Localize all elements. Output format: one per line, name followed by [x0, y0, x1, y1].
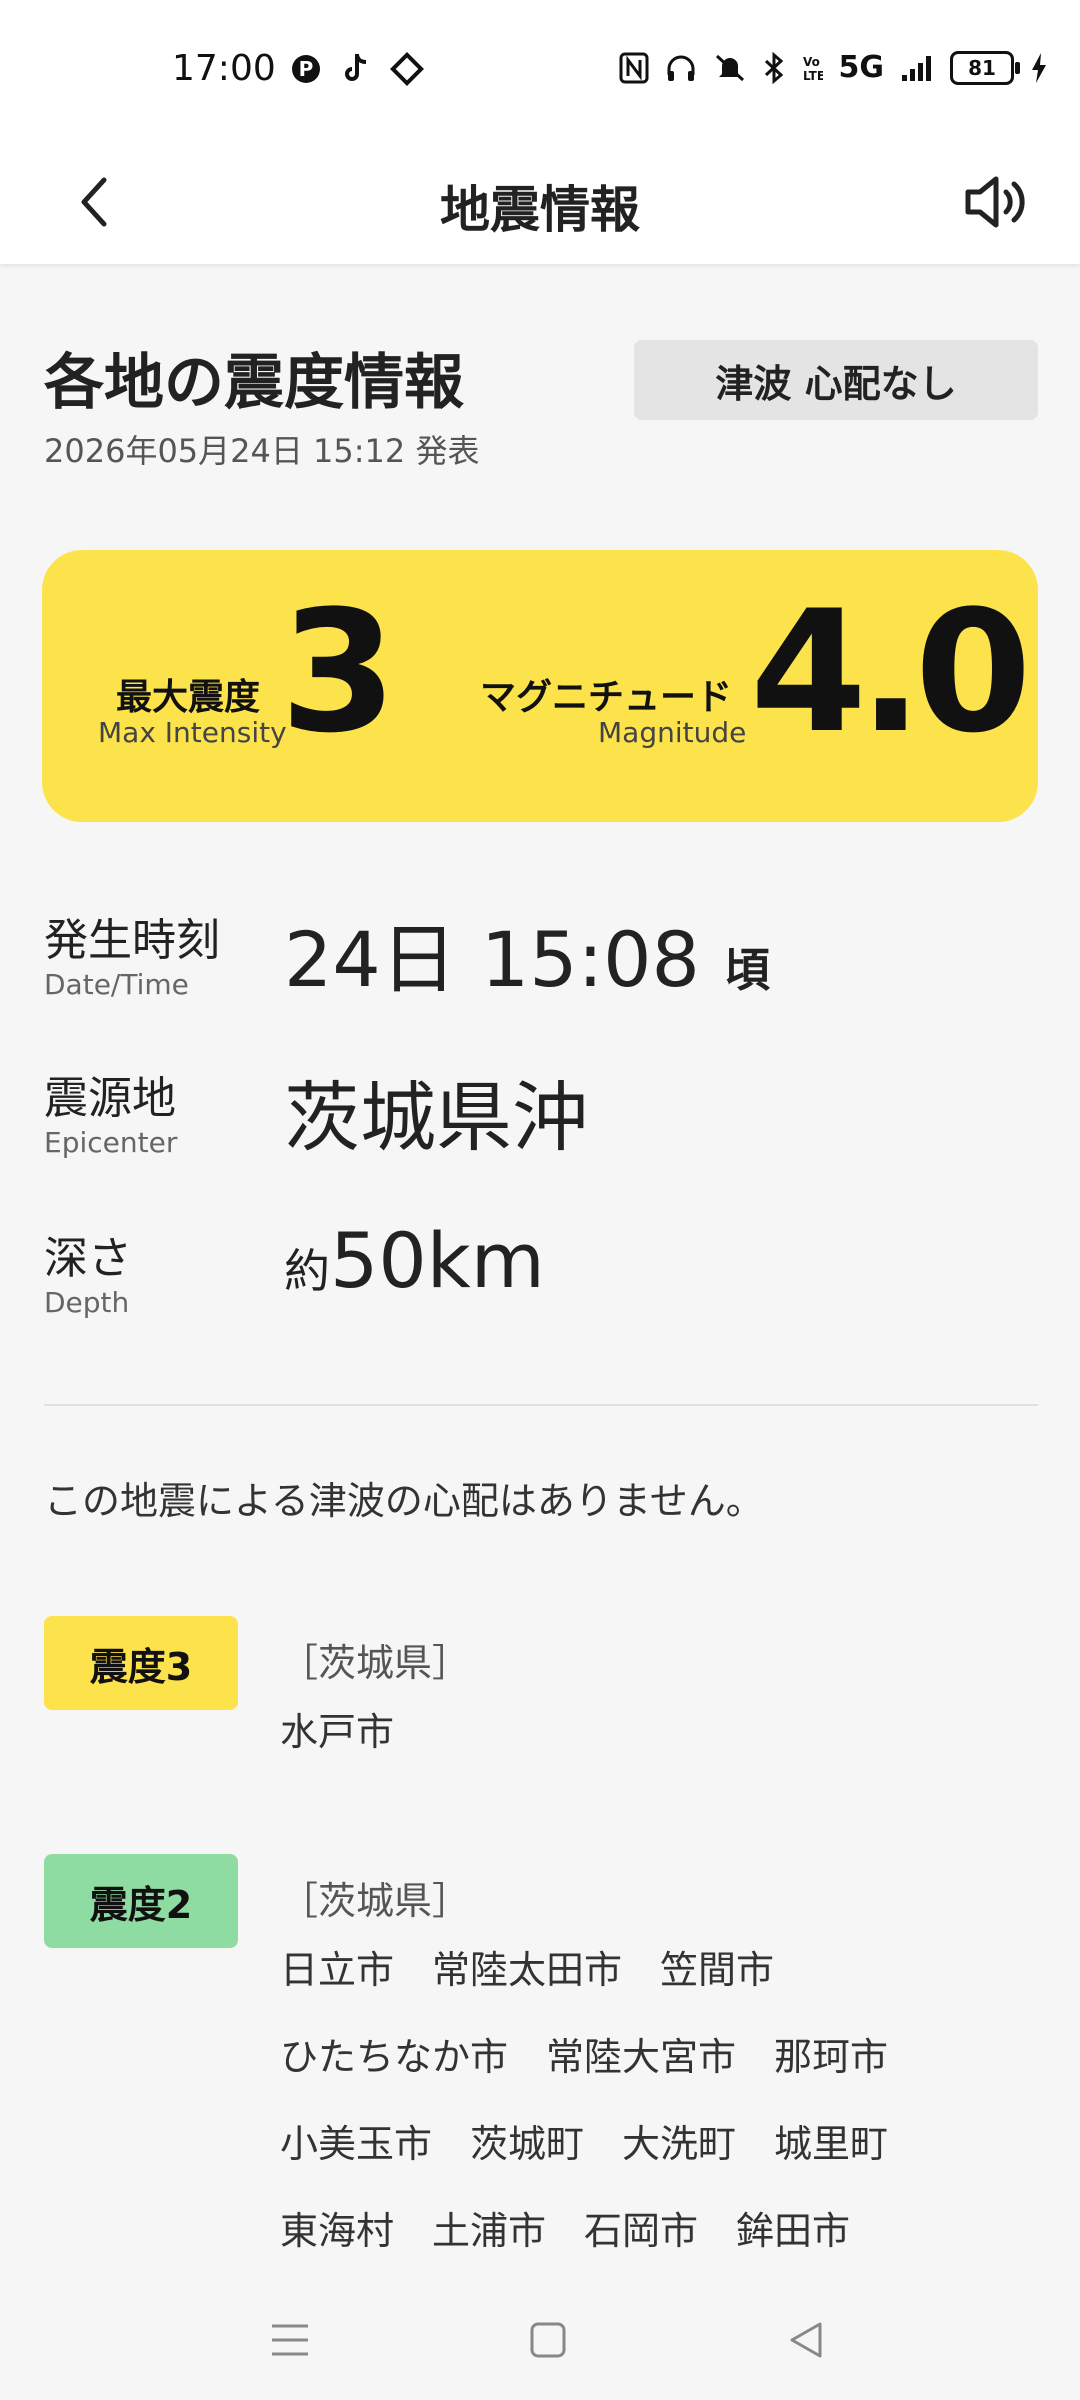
- diamond-app-icon: [390, 52, 424, 86]
- network-type: 5G: [838, 50, 885, 85]
- city-name: 日立市: [280, 1948, 395, 1992]
- city-name: 鉾田市: [736, 2209, 851, 2253]
- sound-button[interactable]: [950, 162, 1040, 242]
- status-bar: 17:00 P Vo LTE 5G 81: [0, 0, 1080, 140]
- pinterest-icon: P: [290, 53, 322, 85]
- mute-bell-icon: [713, 52, 747, 84]
- city-name: 茨城町: [470, 2122, 585, 2166]
- depth-label-en: Depth: [44, 1286, 130, 1319]
- city-name: 小美玉市: [280, 2122, 433, 2166]
- city-name: ひたちなか市: [280, 2035, 509, 2079]
- square-icon: [530, 2322, 566, 2358]
- svg-text:P: P: [299, 57, 314, 81]
- notification-icons: P: [290, 52, 424, 86]
- datetime-suffix: 頃: [724, 943, 771, 997]
- datetime-label-en: Date/Time: [44, 968, 189, 1001]
- nfc-icon: [619, 52, 649, 84]
- announce-time: 2026年05月24日 15:12 発表: [44, 432, 480, 470]
- menu-icon: [272, 2324, 308, 2356]
- depth-value-wrap: 約50km: [284, 1216, 545, 1305]
- city-name: 水戸市: [280, 1710, 395, 1754]
- city-line: 水戸市: [280, 1701, 470, 1756]
- svg-text:Vo: Vo: [803, 55, 820, 69]
- max-intensity-label: 最大震度: [116, 677, 261, 718]
- city-name: 那珂市: [774, 2035, 889, 2079]
- city-name: 東海村: [280, 2209, 395, 2253]
- tsunami-badge: 津波 心配なし: [634, 340, 1038, 420]
- app-bar: 地震情報: [0, 140, 1080, 264]
- recent-apps-button[interactable]: [250, 2300, 330, 2380]
- depth-label: 深さ: [44, 1233, 132, 1284]
- max-intensity-label-en: Max Intensity: [98, 716, 287, 749]
- headphones-icon: [665, 53, 697, 83]
- datetime-label: 発生時刻: [44, 915, 220, 966]
- region-block: ［茨城県］ 水戸市: [280, 1632, 470, 1788]
- tiktok-icon: [340, 52, 372, 86]
- system-back-button[interactable]: [766, 2300, 846, 2380]
- city-name: 土浦市: [432, 2209, 547, 2253]
- epicenter-label-en: Epicenter: [44, 1126, 178, 1159]
- tsunami-message: この地震による津波の心配はありません。: [44, 1479, 764, 1523]
- magnitude-label: マグニチュード: [480, 677, 733, 718]
- epicenter-row: 震源地 Epicenter 茨城県沖: [44, 1062, 1044, 1192]
- city-line: 東海村 土浦市 石岡市 鉾田市: [280, 2200, 888, 2255]
- home-button[interactable]: [508, 2300, 588, 2380]
- city-name: 城里町: [774, 2122, 889, 2166]
- datetime-row: 発生時刻 Date/Time 24日 15:08 頃: [44, 904, 1044, 1034]
- navigation-bar: [0, 2270, 1080, 2400]
- max-intensity-value: 3: [280, 574, 397, 770]
- speaker-icon: [965, 176, 1025, 228]
- city-name: 笠間市: [660, 1948, 775, 1992]
- bluetooth-icon: [763, 51, 785, 84]
- depth-row: 深さ Depth 約50km: [44, 1216, 1044, 1352]
- prefecture-name: ［茨城県］: [280, 1641, 471, 1685]
- status-time: 17:00: [172, 48, 276, 89]
- depth-value: 50km: [330, 1216, 545, 1305]
- city-name: 常陸太田市: [432, 1948, 623, 1992]
- epicenter-value: 茨城県沖: [284, 1073, 588, 1162]
- prefecture-name: ［茨城県］: [280, 1879, 471, 1923]
- magnitude-value: 4.0: [750, 574, 1032, 770]
- magnitude-label-en: Magnitude: [598, 716, 747, 749]
- battery-indicator: 81: [950, 50, 1020, 85]
- depth-prefix: 約: [284, 1244, 330, 1298]
- datetime-value-wrap: 24日 15:08 頃: [284, 898, 770, 1008]
- city-line: ひたちなか市 常陸大宮市 那珂市: [280, 2026, 888, 2081]
- datetime-value: 24日 15:08: [284, 915, 700, 1004]
- summary-card: 最大震度 Max Intensity 3 マグニチュード Magnitude 4…: [42, 550, 1038, 822]
- city-line: 小美玉市 茨城町 大洗町 城里町: [280, 2113, 888, 2168]
- section-title: 各地の震度情報: [44, 348, 464, 418]
- intensity-badge-2: 震度2: [44, 1854, 238, 1948]
- charging-icon: [1030, 52, 1048, 84]
- city-line: 日立市 常陸太田市 笠間市: [280, 1939, 888, 1994]
- volte-icon: Vo LTE: [801, 52, 823, 84]
- region-block: ［茨城県］ 日立市 常陸太田市 笠間市 ひたちなか市 常陸大宮市 那珂市 小美玉…: [280, 1870, 888, 2287]
- city-name: 石岡市: [584, 2209, 699, 2253]
- epicenter-label: 震源地: [44, 1073, 176, 1124]
- triangle-back-icon: [790, 2322, 822, 2358]
- divider: [44, 1404, 1038, 1406]
- intensity-badge-3: 震度3: [44, 1616, 238, 1710]
- system-icons: Vo LTE 5G 81: [619, 50, 1049, 85]
- city-name: 常陸大宮市: [546, 2035, 737, 2079]
- signal-icon: [900, 53, 934, 83]
- page-title: 地震情報: [440, 181, 640, 239]
- svg-text:LTE: LTE: [803, 69, 823, 83]
- city-name: 大洗町: [622, 2122, 737, 2166]
